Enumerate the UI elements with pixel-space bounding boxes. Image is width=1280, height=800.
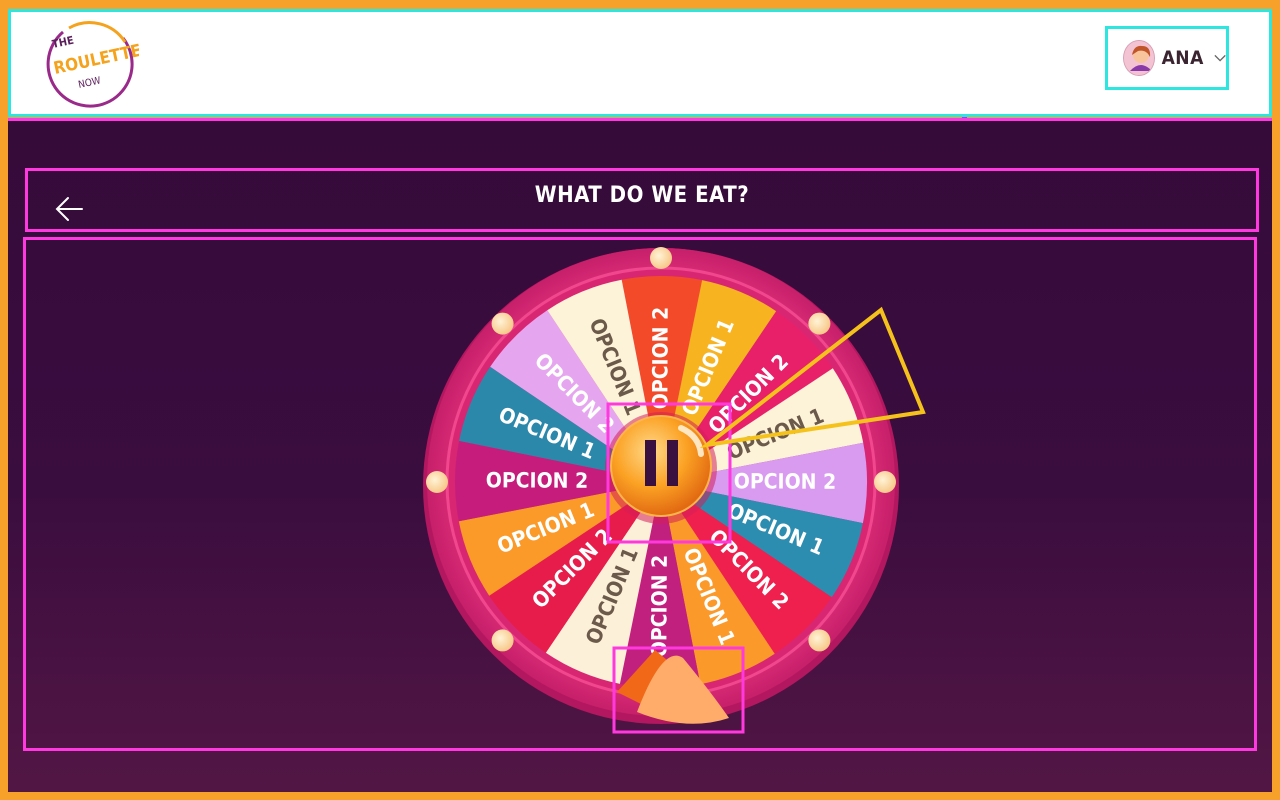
avatar-icon (1124, 41, 1154, 75)
wheel-segment-label: OPCION 2 (647, 555, 672, 657)
user-name: ANA (1161, 47, 1204, 69)
chevron-down-icon (1214, 54, 1226, 62)
wheel-segment-label: OPCION 2 (734, 469, 836, 494)
wheel-segment-label: OPCION 2 (648, 307, 672, 409)
rim-bulb (874, 471, 896, 493)
rim-bulb (491, 312, 514, 335)
roulette-stage: OPCION 2 OPCION 1 OPCION 2 OPCION 1 OPCION 2… (23, 237, 1257, 751)
rim-bulb (491, 629, 514, 652)
title-bar: WHAT DO WE EAT? (25, 168, 1259, 232)
avatar (1124, 41, 1154, 75)
wheel-segment-label: OPCION 2 (486, 468, 588, 493)
roulette-wheel[interactable]: OPCION 2 OPCION 1OPCION 2OPCION 1OPCION 2… (411, 240, 931, 752)
user-menu-button[interactable]: ANA (1105, 26, 1229, 90)
top-header: THE ROULETTE NOW ANA (8, 9, 1272, 117)
main-area: WHAT DO WE EAT? OPCION 2 OPCION 1 OPCION… (8, 118, 1272, 792)
app-logo[interactable]: THE ROULETTE NOW (39, 12, 139, 112)
logo-text-the: THE (51, 34, 75, 51)
rim-bulb (426, 471, 448, 493)
rim-bulb (808, 629, 831, 652)
pause-button[interactable] (610, 415, 712, 517)
rim-bulb (650, 247, 672, 269)
page-title: WHAT DO WE EAT? (534, 183, 750, 208)
rim-bulb (808, 312, 831, 335)
logo-text-now: NOW (77, 75, 102, 91)
